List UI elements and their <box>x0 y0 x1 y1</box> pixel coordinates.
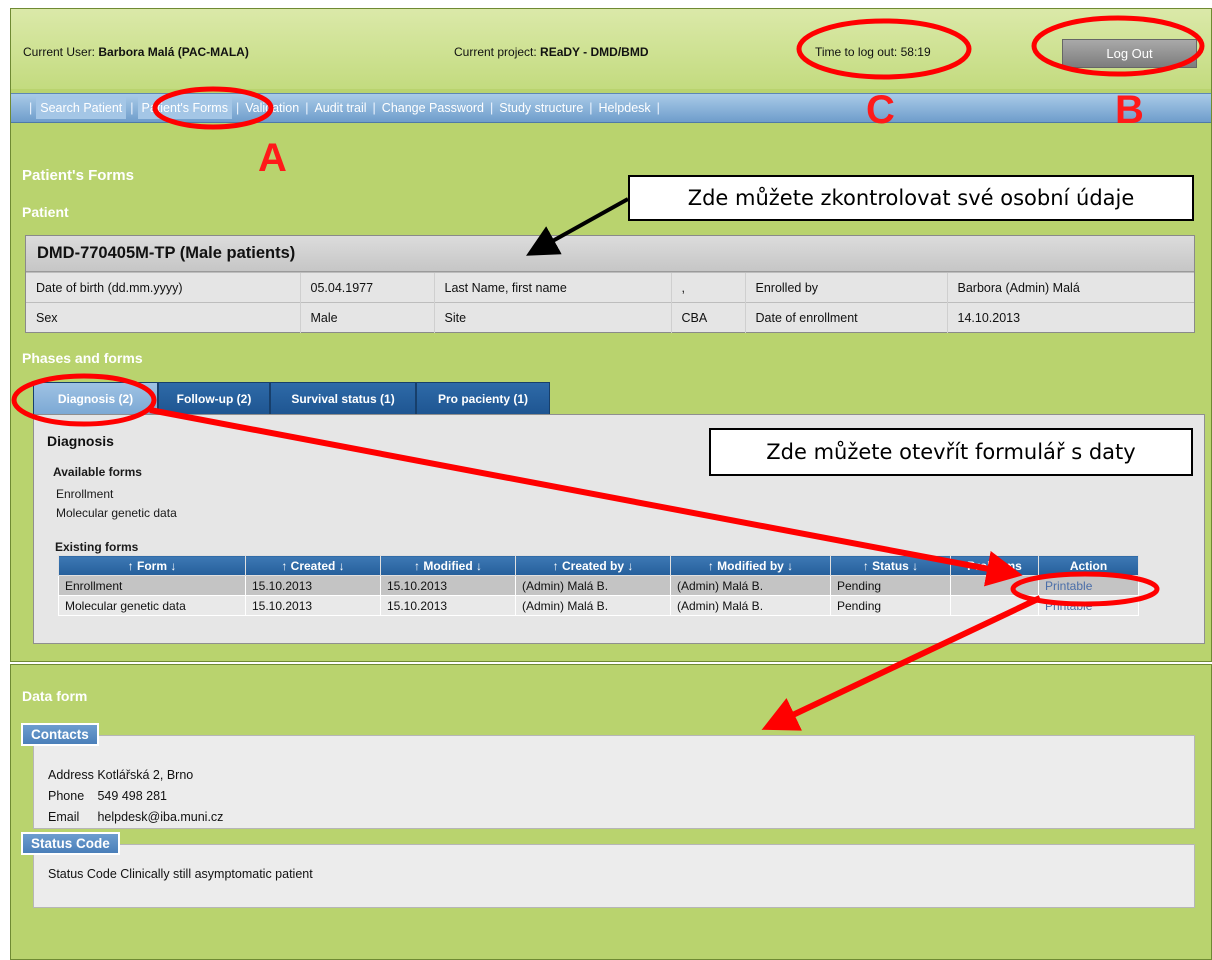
sex-value: Male <box>299 302 434 333</box>
available-forms-list: Enrollment Molecular genetic data <box>56 485 177 523</box>
table-row: Molecular genetic data 15.10.2013 15.10.… <box>58 595 1139 616</box>
printable-link[interactable]: Printable <box>1038 595 1139 616</box>
tab-pro-pacienty[interactable]: Pro pacienty (1) <box>416 382 550 415</box>
callout-open-form: Zde můžete otevřít formulář s daty <box>709 428 1193 476</box>
contact-phone-value: 549 498 281 <box>97 789 167 803</box>
col-problems-header: Problems <box>950 555 1039 576</box>
contact-phone: Phone 549 498 281 <box>48 789 167 803</box>
status-code-legend: Status Code <box>21 832 120 855</box>
sex-label: Sex <box>26 302 300 333</box>
patient-heading: Patient <box>22 204 69 220</box>
dob-value: 05.04.1977 <box>299 272 434 303</box>
enrolled-by-value: Barbora (Admin) Malá <box>946 272 1194 303</box>
col-status-header[interactable]: ↑ Status ↓ <box>830 555 951 576</box>
contact-email-value: helpdesk@iba.muni.cz <box>97 810 224 824</box>
col-created-by-header[interactable]: ↑ Created by ↓ <box>515 555 671 576</box>
enrollment-date-value: 14.10.2013 <box>946 302 1194 333</box>
name-value: , <box>670 272 745 303</box>
available-form-enrollment[interactable]: Enrollment <box>56 485 177 504</box>
contact-email: Email helpdesk@iba.muni.cz <box>48 810 223 824</box>
col-form-header[interactable]: ↑ Form ↓ <box>58 555 246 576</box>
marker-letter-b: B <box>1115 88 1144 132</box>
data-form-title: Data form <box>22 688 88 704</box>
current-user-label: Current User: <box>23 45 96 59</box>
nav-patients-forms[interactable]: Patient's Forms <box>137 97 232 119</box>
contact-address-value: Kotlářská 2, Brno <box>97 768 194 782</box>
site-value: CBA <box>670 302 745 333</box>
diagnosis-title: Diagnosis <box>47 433 114 449</box>
logout-button[interactable]: Log Out <box>1062 39 1197 68</box>
tab-diagnosis[interactable]: Diagnosis (2) <box>33 382 158 415</box>
marker-letter-a: A <box>258 136 287 180</box>
nav-helpdesk[interactable]: Helpdesk <box>597 98 653 118</box>
current-project-label: Current project: <box>454 45 537 59</box>
nav-audit-trail[interactable]: Audit trail <box>312 98 368 118</box>
phase-tabs: Diagnosis (2) Follow-up (2) Survival sta… <box>33 382 550 415</box>
table-row: Enrollment 15.10.2013 15.10.2013 (Admin)… <box>58 575 1139 596</box>
existing-forms-table: ↑ Form ↓ ↑ Created ↓ ↑ Modified ↓ ↑ Crea… <box>58 555 1139 616</box>
contacts-legend: Contacts <box>21 723 99 746</box>
dob-label: Date of birth (dd.mm.yyyy) <box>26 272 300 303</box>
phases-heading: Phases and forms <box>22 350 143 366</box>
available-form-molecular[interactable]: Molecular genetic data <box>56 504 177 523</box>
nav-change-password[interactable]: Change Password <box>380 98 486 118</box>
patient-forms-panel: Current User: Barbora Malá (PAC-MALA) Cu… <box>10 8 1212 662</box>
col-created-header[interactable]: ↑ Created ↓ <box>245 555 381 576</box>
contact-phone-label: Phone <box>48 789 85 803</box>
contact-address-label: Address <box>48 768 94 782</box>
patient-info-box: DMD-770405M-TP (Male patients) Date of b… <box>25 235 1195 333</box>
tab-follow-up[interactable]: Follow-up (2) <box>158 382 270 415</box>
current-user-name: Barbora Malá (PAC-MALA) <box>98 45 249 59</box>
main-nav: | Search Patient | Patient's Forms | Val… <box>11 93 1211 123</box>
available-forms-heading: Available forms <box>53 465 142 479</box>
printable-link[interactable]: Printable <box>1038 575 1139 596</box>
name-label: Last Name, first name <box>433 272 671 303</box>
patient-id: DMD-770405M-TP (Male patients) <box>26 236 1194 272</box>
current-project: Current project: REaDY - DMD/BMD <box>454 45 649 59</box>
contacts-fieldset: Address Kotlářská 2, Brno Phone 549 498 … <box>33 735 1195 829</box>
nav-study-structure[interactable]: Study structure <box>497 98 585 118</box>
page-title: Patient's Forms <box>22 167 134 184</box>
callout-personal-data: Zde můžete zkontrolovat své osobní údaje <box>628 175 1194 221</box>
current-project-name: REaDY - DMD/BMD <box>540 45 649 59</box>
enrollment-date-label: Date of enrollment <box>744 302 947 333</box>
col-modified-by-header[interactable]: ↑ Modified by ↓ <box>670 555 831 576</box>
nav-validation[interactable]: Validation <box>243 98 301 118</box>
patient-info-table: Date of birth (dd.mm.yyyy) 05.04.1977 La… <box>26 272 1194 333</box>
site-label: Site <box>433 302 671 333</box>
existing-forms-heading: Existing forms <box>55 540 139 554</box>
logout-timer: Time to log out: 58:19 <box>815 45 931 59</box>
col-modified-header[interactable]: ↑ Modified ↓ <box>380 555 516 576</box>
col-action-header: Action <box>1038 555 1139 576</box>
patient-info-row: Date of birth (dd.mm.yyyy) 05.04.1977 La… <box>26 272 1194 303</box>
status-code-line: Status Code Clinically still asymptomati… <box>48 867 313 881</box>
marker-letter-c: C <box>866 88 895 132</box>
status-code-fieldset: Status Code Clinically still asymptomati… <box>33 844 1195 908</box>
table-header-row: ↑ Form ↓ ↑ Created ↓ ↑ Modified ↓ ↑ Crea… <box>58 555 1139 576</box>
current-user: Current User: Barbora Malá (PAC-MALA) <box>23 45 249 59</box>
tab-survival-status[interactable]: Survival status (1) <box>270 382 416 415</box>
logout-timer-label: Time to log out: <box>815 45 898 59</box>
data-form-panel: Data form Address Kotlářská 2, Brno Phon… <box>10 664 1212 960</box>
nav-search-patient[interactable]: Search Patient <box>36 97 127 119</box>
patient-info-row: Sex Male Site CBA Date of enrollment 14.… <box>26 302 1194 333</box>
logout-timer-value: 58:19 <box>900 45 931 59</box>
contact-email-label: Email <box>48 810 80 824</box>
enrolled-by-label: Enrolled by <box>744 272 947 303</box>
app-header: Current User: Barbora Malá (PAC-MALA) Cu… <box>11 9 1211 89</box>
contact-address: Address Kotlářská 2, Brno <box>48 768 193 782</box>
